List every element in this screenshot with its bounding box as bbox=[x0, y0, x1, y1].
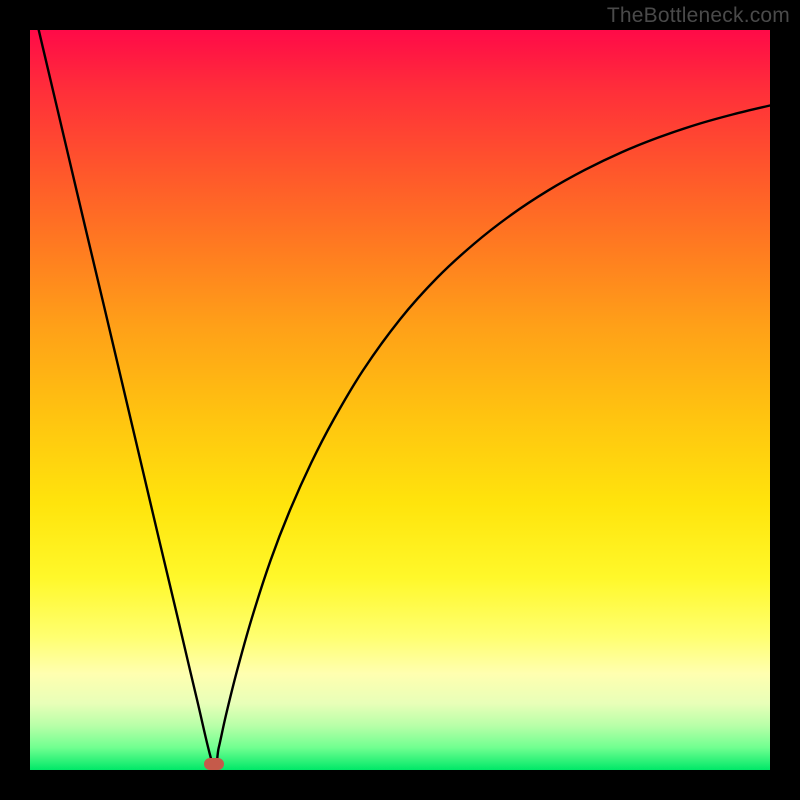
curve-line bbox=[30, 30, 770, 770]
watermark-text: TheBottleneck.com bbox=[607, 4, 790, 28]
plot-area bbox=[30, 30, 770, 770]
minimum-marker bbox=[204, 758, 224, 770]
chart-frame: TheBottleneck.com bbox=[0, 0, 800, 800]
